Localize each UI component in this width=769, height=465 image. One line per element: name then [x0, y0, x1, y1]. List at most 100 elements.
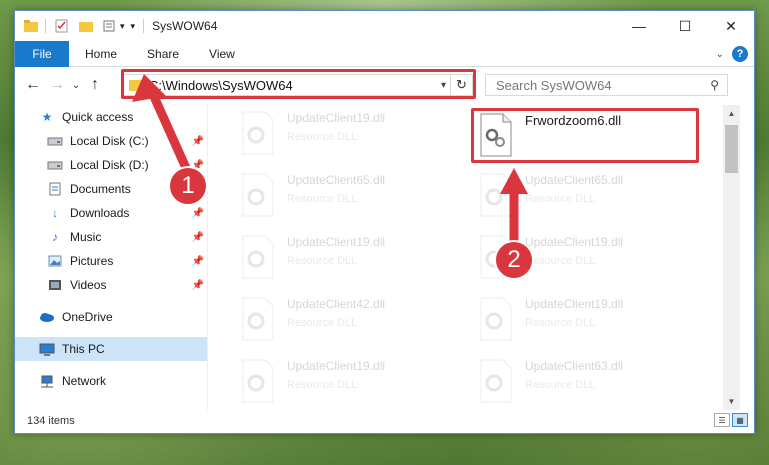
expand-ribbon-icon[interactable]: ⌄ — [716, 49, 724, 60]
music-icon: ♪ — [52, 230, 58, 244]
sidebar-item-videos[interactable]: Videos 📌 — [15, 273, 207, 297]
recent-locations-icon[interactable]: ⌄ — [69, 80, 83, 91]
file-item[interactable]: UpdateClient63.dll Resource DLL — [477, 359, 707, 410]
pin-icon[interactable]: 📌 — [192, 280, 204, 291]
cloud-icon — [39, 310, 55, 324]
dll-file-icon — [242, 111, 274, 155]
videos-icon — [47, 278, 63, 292]
dll-file-icon — [480, 173, 512, 217]
quick-access-toolbar-menu-icon[interactable]: ▾ — [131, 21, 136, 32]
close-button[interactable]: ✕ — [708, 11, 754, 41]
tab-home[interactable]: Home — [69, 47, 132, 61]
pin-icon[interactable]: 📌 — [192, 256, 204, 267]
sidebar-item-label: Local Disk (D:) — [70, 158, 149, 172]
file-item[interactable]: UpdateClient19.dll Resource DLL — [239, 235, 469, 291]
file-name: UpdateClient42.dll — [287, 297, 386, 311]
pin-icon[interactable]: 📌 — [192, 208, 204, 219]
window-title: SysWOW64 — [152, 19, 218, 33]
file-name: UpdateClient19.dll — [287, 359, 386, 373]
search-input[interactable]: Search SysWOW64 ⚲ — [485, 74, 728, 96]
tab-share[interactable]: Share — [132, 47, 194, 61]
sidebar-item-label: Videos — [70, 278, 107, 292]
sidebar-item-this-pc[interactable]: This PC — [15, 337, 207, 361]
sidebar-item-network[interactable]: Network — [15, 369, 207, 393]
help-icon[interactable]: ? — [732, 46, 748, 62]
scroll-thumb[interactable] — [725, 125, 738, 173]
drive-icon — [47, 158, 63, 172]
customize-icon[interactable] — [102, 19, 118, 33]
sidebar-item-music[interactable]: ♪ Music 📌 — [15, 225, 207, 249]
file-type: Resource DLL — [287, 379, 358, 391]
back-arrow-icon[interactable]: ← — [21, 76, 45, 94]
file-name: UpdateClient19.dll — [525, 297, 624, 311]
status-bar: 134 items ☰ ▦ — [15, 409, 754, 433]
file-highlight-box — [471, 108, 699, 163]
documents-icon — [47, 182, 63, 196]
dll-file-icon — [242, 297, 274, 341]
new-folder-icon[interactable] — [78, 19, 94, 33]
star-icon: ★ — [41, 110, 53, 124]
step-marker-1: 1 — [168, 166, 208, 206]
file-name: UpdateClient19.dll — [525, 235, 624, 249]
ribbon-tabs: File Home Share View ⌄ ? — [15, 40, 754, 67]
dll-file-icon — [480, 297, 512, 341]
file-item[interactable]: UpdateClient19.dll Resource DLL — [477, 297, 707, 353]
scroll-up-icon[interactable]: ▲ — [723, 105, 740, 122]
tiles-view-icon[interactable]: ▦ — [732, 413, 748, 427]
sidebar-item-label: Documents — [70, 182, 131, 196]
file-type: Resource DLL — [525, 379, 596, 391]
sidebar-item-label: This PC — [62, 342, 105, 356]
address-highlight-box — [121, 69, 476, 99]
file-item[interactable]: UpdateClient42.dll Resource DLL — [239, 297, 469, 353]
tab-file[interactable]: File — [15, 40, 69, 67]
file-item[interactable]: UpdateClient19.dll Resource DLL — [239, 359, 469, 410]
search-icon[interactable]: ⚲ — [710, 78, 719, 92]
file-type: Resource DLL — [287, 317, 358, 329]
sidebar-item-quick-access[interactable]: ★ Quick access — [15, 105, 207, 129]
forward-arrow-icon[interactable]: → — [45, 76, 69, 94]
tab-view[interactable]: View — [194, 47, 250, 61]
sidebar-item-label: Pictures — [70, 254, 114, 268]
maximize-button[interactable]: ☐ — [662, 11, 708, 41]
minimize-button[interactable]: — — [616, 11, 662, 41]
scroll-down-icon[interactable]: ▼ — [723, 393, 740, 410]
file-name: UpdateClient65.dll — [525, 173, 624, 187]
file-type: Resource DLL — [287, 255, 358, 267]
dll-file-icon — [242, 359, 274, 403]
sidebar-item-label: OneDrive — [62, 310, 113, 324]
search-placeholder: Search SysWOW64 — [496, 77, 612, 93]
drive-icon — [47, 134, 63, 148]
sidebar-item-label: Quick access — [62, 110, 134, 124]
pin-icon[interactable]: 📌 — [192, 232, 204, 243]
dll-file-icon — [242, 173, 274, 217]
folder-icon — [23, 19, 39, 33]
pc-icon — [39, 342, 55, 356]
pin-icon[interactable]: 📌 — [192, 136, 204, 147]
file-name: UpdateClient19.dll — [287, 235, 386, 249]
up-arrow-icon[interactable]: ↑ — [83, 76, 107, 94]
network-icon — [39, 374, 55, 388]
sidebar-item-onedrive[interactable]: OneDrive — [15, 305, 207, 329]
file-item[interactable]: UpdateClient19.dll Resource DLL — [239, 111, 469, 167]
file-type: Resource DLL — [525, 255, 596, 267]
sidebar-item-pictures[interactable]: Pictures 📌 — [15, 249, 207, 273]
step-marker-2: 2 — [494, 240, 534, 280]
file-type: Resource DLL — [525, 193, 596, 205]
file-item[interactable]: UpdateClient65.dll Resource DLL — [477, 173, 707, 229]
file-name: UpdateClient19.dll — [287, 111, 386, 125]
sidebar-item-downloads[interactable]: ↓ Downloads 📌 — [15, 201, 207, 225]
navigation-pane: ★ Quick access Local Disk (C:) 📌 Local D… — [15, 105, 208, 410]
sidebar-item-local-disk-c[interactable]: Local Disk (C:) 📌 — [15, 129, 207, 153]
dll-file-icon — [480, 359, 512, 403]
navigation-bar: ← → ⌄ ↑ C:\Windows\SysWOW64 ▾ ↻ Search S… — [15, 67, 754, 103]
properties-icon[interactable] — [54, 19, 70, 33]
quick-access-dropdown-icon[interactable]: ▾ — [120, 21, 125, 32]
file-name: UpdateClient63.dll — [525, 359, 624, 373]
file-item[interactable]: UpdateClient65.dll Resource DLL — [239, 173, 469, 229]
file-type: Resource DLL — [525, 317, 596, 329]
sidebar-item-label: Local Disk (C:) — [70, 134, 149, 148]
vertical-scrollbar[interactable]: ▲ ▼ — [723, 105, 740, 410]
details-view-icon[interactable]: ☰ — [714, 413, 730, 427]
dll-file-icon — [242, 235, 274, 279]
file-type: Resource DLL — [287, 193, 358, 205]
